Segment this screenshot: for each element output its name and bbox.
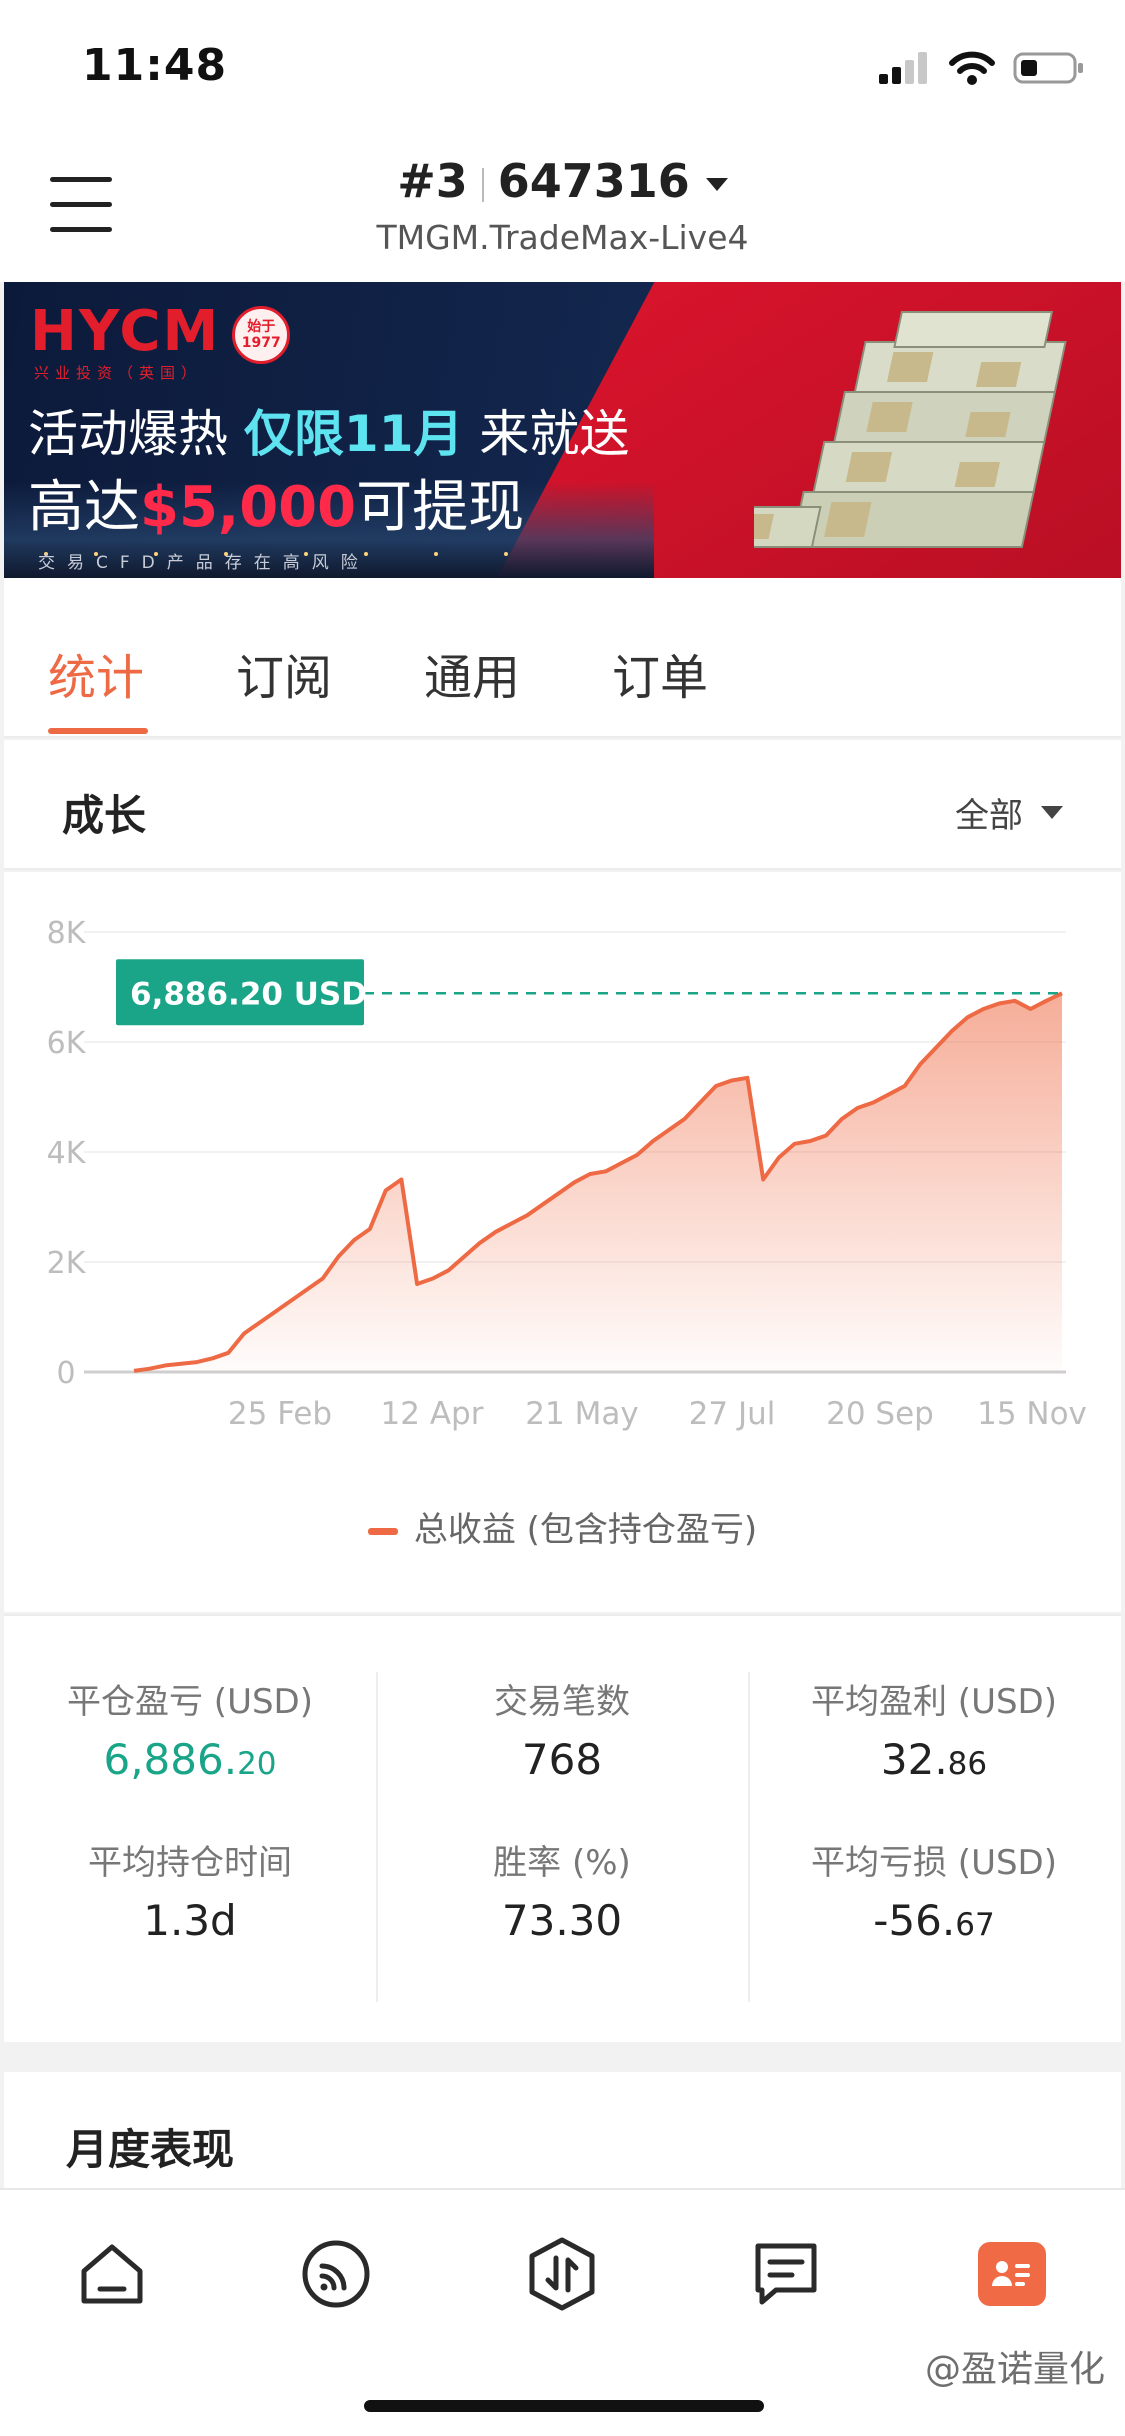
avg-loss-value: -56.67 xyxy=(873,1896,995,1945)
y-tick-label: 6K xyxy=(47,1026,87,1061)
logo-subtitle: 兴业投资（英国） xyxy=(34,364,203,382)
watermark: @盈诺量化 xyxy=(924,2349,1105,2390)
account-number: 647316 xyxy=(497,154,690,208)
win-rate-value: 73.30 xyxy=(501,1896,623,1945)
avg-profit-value: 32.86 xyxy=(880,1735,988,1784)
closed-pnl-label: 平仓盈亏 (USD) xyxy=(67,1682,313,1722)
since-badge: 始于 1977 xyxy=(232,306,291,364)
feed-icon[interactable] xyxy=(296,2234,376,2314)
tab-general[interactable]: 通用 xyxy=(424,638,520,708)
logo-text: HYCM xyxy=(30,299,221,364)
legend-swatch xyxy=(367,1528,398,1535)
closed-pnl-value: 6,886.20 xyxy=(103,1735,277,1784)
status-bar: 11:48 xyxy=(0,0,1125,132)
tab-bar: 统计 订阅 通用 订单 xyxy=(4,578,1121,738)
y-tick-label: 2K xyxy=(47,1246,87,1281)
growth-card-header: 成长 全部 xyxy=(4,740,1121,870)
risk-disclaimer: 交易CFD产品存在高风险 xyxy=(38,553,370,573)
avg-hold-label: 平均持仓时间 xyxy=(88,1843,292,1883)
x-tick-label: 12 Apr xyxy=(381,1396,484,1432)
account-selector[interactable]: #3 647316 xyxy=(0,154,1125,208)
app-screen: 11:48 #3 647316 TMGM.TradeMax-Live4 HYCM… xyxy=(0,0,1125,2436)
cash-stack-illustration xyxy=(754,311,1067,548)
promo-line-1: 活动爆热 仅限11月 来就送 xyxy=(28,405,630,463)
legend-label: 总收益 (包含持仓盈亏) xyxy=(413,1510,758,1550)
status-icons xyxy=(879,48,1085,88)
trades-label: 交易笔数 xyxy=(494,1682,630,1722)
stats-column-left: 平仓盈亏 (USD) 6,886.20 平均持仓时间 1.3d xyxy=(4,1674,376,1952)
hycm-logo: HYCM 始于 1977 兴业投资（英国） xyxy=(30,299,291,382)
period-filter-label: 全部 xyxy=(955,796,1023,836)
trades-value: 768 xyxy=(521,1735,603,1784)
x-tick-label: 15 Nov xyxy=(977,1396,1087,1432)
win-rate-stat: 胜率 (%) 73.30 xyxy=(376,1835,748,1952)
chevron-down-icon xyxy=(705,178,728,191)
current-value-label: 6,886.20 USD xyxy=(116,959,367,1026)
monthly-performance-section[interactable]: 月度表现 xyxy=(4,2072,1121,2188)
wifi-icon xyxy=(949,51,995,85)
message-icon[interactable] xyxy=(746,2234,826,2314)
app-header: #3 647316 TMGM.TradeMax-Live4 xyxy=(0,132,1125,282)
account-index: #3 xyxy=(397,154,468,208)
tab-statistics[interactable]: 统计 xyxy=(48,638,144,708)
statistics-panel: 平仓盈亏 (USD) 6,886.20 平均持仓时间 1.3d 交易笔数 768… xyxy=(4,1614,1121,2042)
cellular-signal-icon xyxy=(879,52,927,84)
closed-pnl-stat: 平仓盈亏 (USD) 6,886.20 xyxy=(4,1674,376,1791)
tab-subscriptions[interactable]: 订阅 xyxy=(236,638,332,708)
y-tick-label: 0 xyxy=(56,1356,75,1391)
home-indicator xyxy=(364,2400,764,2412)
period-filter-dropdown[interactable]: 全部 xyxy=(955,788,1063,837)
chevron-down-icon xyxy=(1041,806,1063,819)
x-tick-label: 25 Feb xyxy=(228,1396,332,1432)
win-rate-label: 胜率 (%) xyxy=(493,1843,631,1883)
avg-loss-stat: 平均亏损 (USD) -56.67 xyxy=(748,1835,1120,1952)
growth-chart: 0 2K 4K 6K 8K 25 Feb 12 Apr 21 May 27 Jul 20 Sep… xyxy=(4,872,1121,1612)
x-tick-label: 21 May xyxy=(525,1396,638,1432)
trade-icon[interactable] xyxy=(522,2234,602,2314)
server-name: TMGM.TradeMax-Live4 xyxy=(376,218,749,257)
tab-orders[interactable]: 订单 xyxy=(612,638,708,708)
account-separator xyxy=(481,167,484,202)
avg-hold-stat: 平均持仓时间 1.3d xyxy=(4,1835,376,1952)
stats-column-right: 平均盈利 (USD) 32.86 平均亏损 (USD) -56.67 xyxy=(748,1674,1120,1952)
promo-line-2: 高达$5,000可提现 xyxy=(28,475,525,540)
current-value-text: 6,886.20 USD xyxy=(130,976,367,1012)
x-tick-label: 20 Sep xyxy=(826,1396,934,1432)
trades-stat: 交易笔数 768 xyxy=(376,1674,748,1791)
bottom-navigation: @盈诺量化 xyxy=(0,2188,1125,2436)
avg-loss-label: 平均亏损 (USD) xyxy=(811,1843,1057,1883)
y-tick-label: 8K xyxy=(47,916,87,951)
growth-title: 成长 xyxy=(62,791,147,840)
chart-legend: 总收益 (包含持仓盈亏) xyxy=(4,1502,1121,1551)
avg-profit-stat: 平均盈利 (USD) 32.86 xyxy=(748,1674,1120,1791)
y-tick-label: 4K xyxy=(47,1136,87,1171)
active-tab-indicator xyxy=(48,728,148,734)
section-gap xyxy=(4,2042,1121,2072)
stats-column-middle: 交易笔数 768 胜率 (%) 73.30 xyxy=(376,1674,748,1952)
growth-chart-svg: 0 2K 4K 6K 8K 25 Feb 12 Apr 21 May 27 Jul 20 Sep… xyxy=(47,916,1087,1432)
avg-hold-value: 1.3d xyxy=(143,1896,237,1945)
profile-card-icon[interactable] xyxy=(978,2242,1046,2306)
battery-icon xyxy=(1013,52,1083,84)
home-icon[interactable] xyxy=(72,2234,152,2314)
monthly-performance-title: 月度表现 xyxy=(66,2125,235,2174)
avg-profit-label: 平均盈利 (USD) xyxy=(811,1682,1057,1722)
promo-banner[interactable]: HYCM 始于 1977 兴业投资（英国） 活动爆热 仅限11月 来就送 高达$… xyxy=(4,282,1121,578)
x-tick-label: 27 Jul xyxy=(689,1396,776,1432)
status-time: 11:48 xyxy=(82,40,228,91)
